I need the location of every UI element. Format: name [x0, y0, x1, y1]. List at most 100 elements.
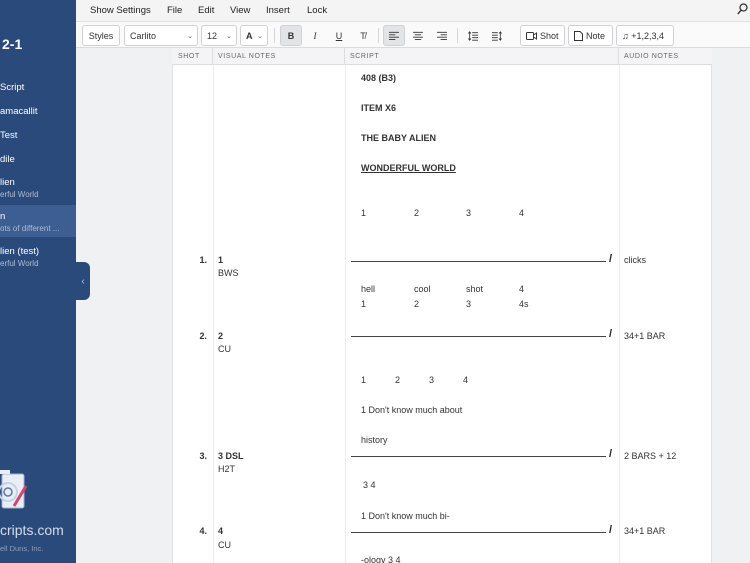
shot-visual-title[interactable]: 2 — [218, 331, 223, 341]
script-word[interactable]: hell — [361, 284, 375, 294]
shot-number: 4. — [199, 526, 207, 536]
sidebar-item-whatchamacallit[interactable]: amacallit — [0, 106, 76, 117]
sidebar-item-label: amacallit — [0, 106, 38, 117]
italic-button[interactable]: I — [304, 25, 326, 46]
script-lyric[interactable]: 1 Don't know much bi- — [361, 511, 450, 521]
shot-divider — [351, 532, 606, 533]
script-scene-code[interactable]: 408 (B3) — [361, 73, 396, 83]
menu-lock[interactable]: Lock — [307, 5, 327, 16]
shot-visual-title[interactable]: 3 DSL — [218, 451, 244, 461]
count-text[interactable]: 4 — [463, 375, 468, 385]
shot-audio-note[interactable]: 34+1 BAR — [624, 526, 665, 536]
script-document[interactable]: 408 (B3) ITEM X6 THE BABY ALIEN WONDERFU… — [172, 65, 712, 563]
underline-button[interactable]: U — [328, 25, 350, 46]
count-text[interactable]: 2 — [414, 208, 419, 218]
sidebar-item-label: Test — [0, 130, 18, 141]
script-lyric[interactable]: -ology 3 4 — [361, 555, 401, 563]
search-icon[interactable] — [737, 3, 748, 15]
app-logo-icon — [0, 470, 28, 509]
shot-visual-subtitle[interactable]: H2T — [218, 464, 235, 474]
menu-insert[interactable]: Insert — [266, 5, 290, 16]
shot-visual-subtitle[interactable]: CU — [218, 344, 231, 354]
shot-divider — [351, 456, 606, 457]
sidebar-item-subtitle: erful World — [0, 190, 39, 199]
insert-note-button[interactable]: Note — [568, 25, 613, 46]
font-select-value: Carlito — [130, 30, 157, 41]
font-size-value: 12 — [207, 30, 218, 41]
shot-number: 1. — [199, 255, 207, 265]
brand-name: cripts.com — [0, 522, 64, 538]
menu-show-settings[interactable]: Show Settings — [90, 5, 151, 16]
count-text[interactable]: 4s — [519, 299, 529, 309]
count-text[interactable]: 1 — [361, 299, 366, 309]
count-text[interactable]: 3 4 — [363, 480, 376, 490]
chevron-left-icon: ‹ — [81, 275, 85, 287]
sidebar-item-label: n — [0, 211, 6, 222]
script-lyric[interactable]: 1 Don't know much about — [361, 405, 462, 415]
shot-visual-subtitle[interactable]: CU — [218, 540, 231, 550]
shot-audio-note[interactable]: 2 BARS + 12 — [624, 451, 676, 461]
copyright-text: ell Duns, Inc. — [0, 544, 44, 553]
shot-visual-title[interactable]: 1 — [218, 255, 223, 265]
count-text[interactable]: 3 — [429, 375, 434, 385]
count-text[interactable]: 2 — [414, 299, 419, 309]
menu-bar: Show Settings File Edit View Insert Lock — [76, 0, 750, 22]
count-text[interactable]: 2 — [395, 375, 400, 385]
script-lyric[interactable]: history — [361, 435, 388, 445]
chevron-down-icon: ⌄ — [257, 32, 263, 40]
shot-number: 2. — [199, 331, 207, 341]
paragraph-spacing-button[interactable] — [486, 25, 508, 46]
sidebar-item-active[interactable]: n ots of different ... — [0, 205, 76, 237]
align-left-icon — [389, 31, 399, 40]
script-word[interactable]: shot — [466, 284, 483, 294]
sidebar-item-alien-test[interactable]: lien (test) erful World — [0, 246, 76, 268]
column-header-script: SCRIPT — [350, 53, 380, 60]
sidebar-item-label: lien (test) — [0, 246, 40, 257]
count-text[interactable]: 4 — [519, 208, 524, 218]
shot-divider-slash: / — [609, 524, 613, 536]
font-color-button[interactable]: A ⌄ — [240, 25, 268, 46]
clear-format-button[interactable]: T̸ — [352, 25, 374, 46]
align-center-icon — [413, 31, 423, 40]
align-right-button[interactable] — [431, 25, 453, 46]
sidebar-item-label: Script — [0, 82, 25, 93]
menu-view[interactable]: View — [230, 5, 250, 16]
sidebar-item-alien[interactable]: lien erful World — [0, 177, 76, 199]
script-title[interactable]: THE BABY ALIEN — [361, 133, 436, 143]
script-item[interactable]: ITEM X6 — [361, 103, 396, 113]
insert-shot-button[interactable]: Shot — [520, 25, 565, 46]
shot-visual-subtitle[interactable]: BWS — [218, 268, 239, 278]
bold-button[interactable]: B — [280, 25, 302, 46]
menu-edit[interactable]: Edit — [198, 5, 214, 16]
align-center-button[interactable] — [407, 25, 429, 46]
column-headers: SHOT VISUAL NOTES SCRIPT AUDIO NOTES — [172, 48, 712, 65]
shot-divider-slash: / — [609, 448, 613, 460]
shot-audio-note[interactable]: 34+1 BAR — [624, 331, 665, 341]
count-text[interactable]: 3 — [466, 299, 471, 309]
line-spacing-button[interactable] — [462, 25, 484, 46]
shot-visual-title[interactable]: 4 — [218, 526, 223, 536]
collapse-sidebar-button[interactable]: ‹ — [76, 262, 90, 300]
align-left-button[interactable] — [383, 25, 405, 46]
styles-button[interactable]: Styles — [82, 25, 120, 46]
script-word[interactable]: 4 — [519, 284, 524, 294]
insert-note-label: Note — [586, 30, 606, 41]
script-song[interactable]: WONDERFUL WORLD — [361, 163, 456, 173]
count-text[interactable]: 1 — [361, 208, 366, 218]
count-text[interactable]: 1 — [361, 375, 366, 385]
note-icon — [574, 30, 583, 41]
count-text[interactable]: 3 — [466, 208, 471, 218]
sidebar-item-script[interactable]: Script — [0, 82, 76, 93]
sidebar-item-test[interactable]: Test — [0, 130, 76, 141]
sidebar-item-label: lien — [0, 177, 15, 188]
sidebar-item-dile[interactable]: dile — [0, 154, 76, 165]
shot-audio-note[interactable]: clicks — [624, 255, 646, 265]
menu-file[interactable]: File — [167, 5, 182, 16]
script-word[interactable]: cool — [414, 284, 431, 294]
insert-beats-button[interactable]: ♫ +1,2,3,4 — [616, 25, 674, 46]
column-header-visual-notes: VISUAL NOTES — [218, 53, 276, 60]
font-select[interactable]: Carlito ⌄ — [124, 25, 198, 46]
insert-shot-label: Shot — [540, 30, 559, 41]
font-size-select[interactable]: 12 ⌄ — [201, 25, 237, 46]
line-spacing-icon — [468, 30, 478, 41]
